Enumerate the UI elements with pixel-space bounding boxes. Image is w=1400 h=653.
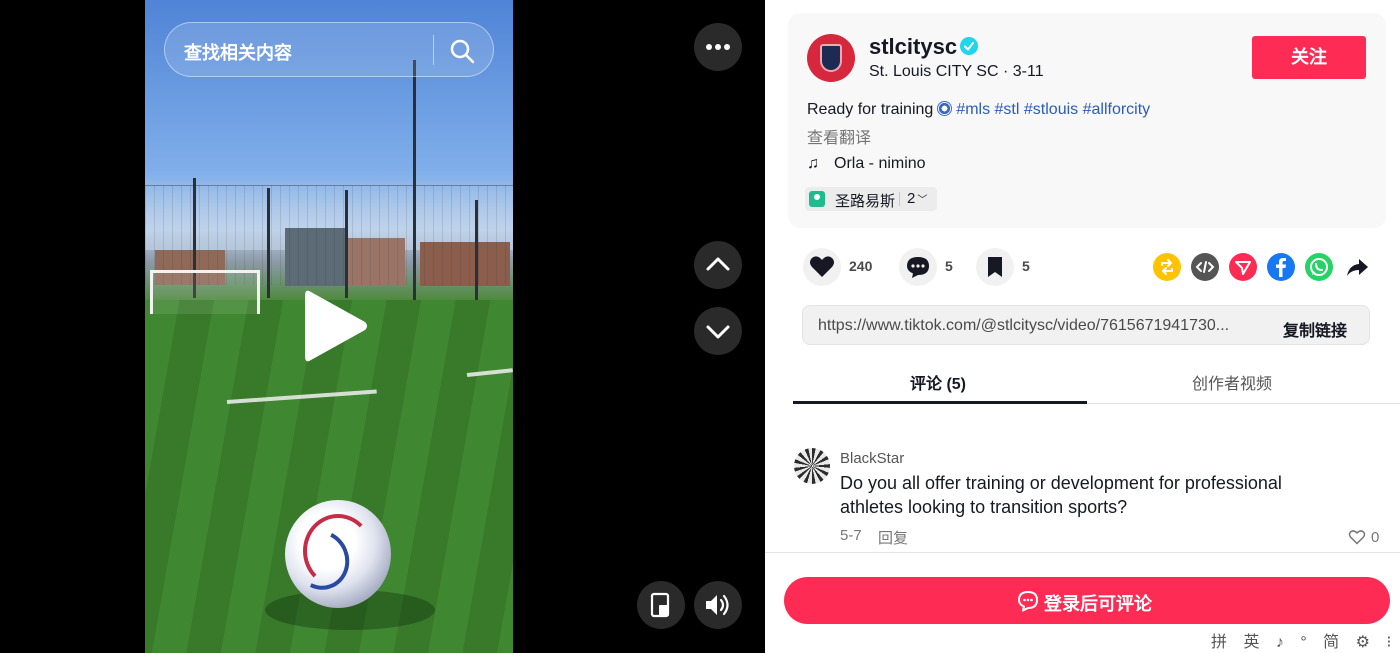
see-translation-link[interactable]: 查看翻译 [807, 124, 871, 148]
author-username[interactable]: stlcitysc [869, 34, 957, 60]
details-panel: stlcitysc St. Louis CITY SC · 3-11 关注 Re… [765, 0, 1400, 653]
search-bar[interactable]: 查找相关内容 [164, 22, 494, 77]
location-chip[interactable]: 圣路易斯 2 ﹀ [805, 187, 937, 211]
favorite-button[interactable] [976, 248, 1014, 286]
more-icon [706, 44, 730, 50]
net-pole [267, 188, 270, 298]
next-video-button[interactable] [694, 307, 742, 355]
comment-button[interactable] [899, 248, 937, 286]
comment-username[interactable]: BlackStar [840, 450, 904, 467]
floating-player-button[interactable] [637, 581, 685, 629]
hashtag-link[interactable]: #stl [995, 101, 1020, 118]
comment-like-count: 0 [1371, 529, 1380, 546]
whatsapp-icon[interactable] [1305, 253, 1333, 281]
soccer-goal [150, 270, 260, 314]
login-to-comment-button[interactable]: 登录后可评论 [784, 577, 1390, 624]
tab-comments[interactable]: 评论 (5) [910, 370, 966, 394]
music-title[interactable]: Orla - nimino [834, 155, 926, 173]
ime-toolbar[interactable]: 拼 英 ♪ ° 简 ⚙ ⁝ [1211, 628, 1397, 651]
previous-video-button[interactable] [694, 241, 742, 289]
author-nickname-date: St. Louis CITY SC · 3-11 [869, 63, 1044, 80]
tiktok-video-page: 查找相关内容 stlcitysc St. Louis CITY SC · 3-1… [0, 0, 1400, 653]
location-name: 圣路易斯 [835, 193, 896, 210]
repost-icon[interactable] [1153, 253, 1181, 281]
author-card: stlcitysc St. Louis CITY SC · 3-11 关注 Re… [788, 13, 1386, 228]
net-pole [475, 200, 478, 300]
login-to-comment-label: 登录后可评论 [1044, 594, 1152, 614]
comment-count: 5 [945, 258, 953, 274]
active-tab-indicator [793, 401, 1087, 404]
light-pole [413, 60, 416, 300]
soccer-ball-emoji-icon [937, 101, 953, 116]
heart-icon [810, 256, 834, 277]
floating-player-icon [650, 592, 670, 618]
tab-creator-videos[interactable]: 创作者视频 [1192, 370, 1272, 394]
comment-bubble-icon [1018, 591, 1038, 612]
volume-button[interactable] [694, 581, 742, 629]
description-text: Ready for training [807, 101, 934, 118]
video-url[interactable]: https://www.tiktok.com/@stlcitysc/video/… [818, 317, 1263, 335]
copy-link-button[interactable]: 复制链接 [1283, 317, 1347, 341]
search-placeholder[interactable]: 查找相关内容 [184, 39, 292, 65]
chevron-down-icon [706, 325, 730, 339]
avatar[interactable] [794, 448, 830, 484]
follow-button[interactable]: 关注 [1252, 36, 1366, 79]
comment-text: Do you all offer training or development… [840, 473, 1282, 517]
reply-button[interactable]: 回复 [878, 527, 908, 548]
hashtag-link[interactable]: #allforcity [1083, 101, 1151, 118]
net-pole [345, 190, 348, 298]
chevron-up-icon [706, 257, 730, 271]
like-count: 240 [849, 258, 873, 274]
verified-icon [960, 37, 978, 55]
video-pane: 查找相关内容 [0, 0, 765, 653]
heart-outline-icon[interactable] [1348, 529, 1366, 545]
search-divider [433, 35, 434, 65]
embed-icon[interactable] [1191, 253, 1219, 281]
search-icon[interactable] [448, 37, 476, 65]
location-pin-icon [809, 191, 825, 207]
favorite-count: 5 [1022, 258, 1030, 274]
avatar[interactable] [807, 34, 855, 82]
location-divider [899, 192, 900, 206]
comment-login-bar: 登录后可评论 拼 英 ♪ ° 简 ⚙ ⁝ [765, 552, 1400, 653]
comment-tabs: 评论 (5) 创作者视频 [793, 360, 1400, 404]
play-icon[interactable] [303, 288, 369, 364]
hashtag-link[interactable]: #stlouis [1024, 101, 1078, 118]
soccer-ball [284, 500, 391, 608]
volume-icon [706, 594, 729, 616]
facebook-icon[interactable] [1267, 253, 1295, 281]
video-link-box: https://www.tiktok.com/@stlcitysc/video/… [802, 305, 1370, 345]
location-count: 2 ﹀ [907, 190, 928, 207]
like-button[interactable] [803, 248, 841, 286]
video-description: Ready for training #mls #stl #stlouis #al… [807, 101, 1150, 119]
chevron-down-small-icon: ﹀ [917, 195, 928, 206]
hashtag-link[interactable]: #mls [956, 101, 990, 118]
club-crest-icon [820, 44, 842, 72]
more-button[interactable] [694, 23, 742, 71]
music-note-icon: ♫ [807, 155, 819, 172]
bookmark-icon [988, 257, 1002, 277]
comment-date: 5-7 [840, 527, 862, 544]
share-arrow-icon[interactable] [1343, 253, 1371, 281]
send-icon[interactable] [1229, 253, 1257, 281]
comment-bubble-icon [907, 257, 929, 278]
